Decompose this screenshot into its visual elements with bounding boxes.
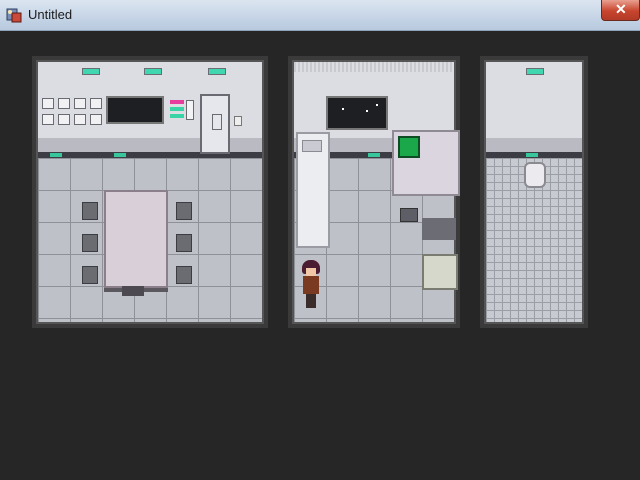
console-button[interactable]: [42, 98, 54, 109]
chair[interactable]: [82, 202, 98, 220]
console-button[interactable]: [58, 114, 70, 125]
game-viewport[interactable]: [0, 31, 640, 480]
bedroom: [288, 56, 460, 328]
toilet[interactable]: [524, 162, 546, 188]
ceiling-light: [526, 68, 544, 75]
star: [376, 104, 378, 106]
wall-window: [326, 96, 388, 130]
dining-room: [32, 56, 268, 328]
wall-trim: [486, 138, 582, 152]
chair[interactable]: [176, 234, 192, 252]
star: [366, 110, 368, 112]
chair[interactable]: [82, 234, 98, 252]
indicator-light: [50, 153, 62, 157]
indicator-light: [526, 153, 538, 157]
bathroom: [480, 56, 588, 328]
console-button[interactable]: [90, 98, 102, 109]
console-button[interactable]: [74, 98, 86, 109]
bed-pillow: [302, 140, 322, 152]
chair[interactable]: [82, 266, 98, 284]
character-face: [306, 268, 316, 276]
door[interactable]: [200, 94, 230, 154]
character-legs: [306, 294, 316, 308]
chair[interactable]: [176, 266, 192, 284]
wall-screen[interactable]: [106, 96, 164, 124]
character-body: [303, 276, 319, 294]
desk-chair[interactable]: [400, 208, 418, 222]
door-handle: [212, 114, 222, 130]
status-lights: [170, 100, 184, 118]
chair[interactable]: [176, 202, 192, 220]
star: [342, 108, 344, 110]
app-icon: [6, 8, 22, 23]
window-title: Untitled: [28, 7, 73, 22]
ceiling-light: [208, 68, 226, 75]
console-button[interactable]: [58, 98, 70, 109]
title-bar[interactable]: Untitled ✕: [0, 0, 640, 31]
console-button[interactable]: [42, 114, 54, 125]
computer-monitor[interactable]: [398, 136, 420, 158]
wall-switch[interactable]: [234, 116, 242, 126]
table-base: [122, 286, 144, 296]
player-character[interactable]: [300, 260, 324, 310]
desk-shadow: [422, 218, 456, 240]
indicator-light: [368, 153, 380, 157]
console-button[interactable]: [90, 114, 102, 125]
close-icon: ✕: [615, 1, 627, 17]
ceiling-light: [144, 68, 162, 75]
indicator-light: [114, 153, 126, 157]
console-button[interactable]: [74, 114, 86, 125]
ceiling-light: [82, 68, 100, 75]
storage-cabinet[interactable]: [422, 254, 458, 290]
switch-panel[interactable]: [186, 100, 194, 120]
dining-table[interactable]: [104, 190, 168, 288]
close-button[interactable]: ✕: [601, 0, 640, 21]
